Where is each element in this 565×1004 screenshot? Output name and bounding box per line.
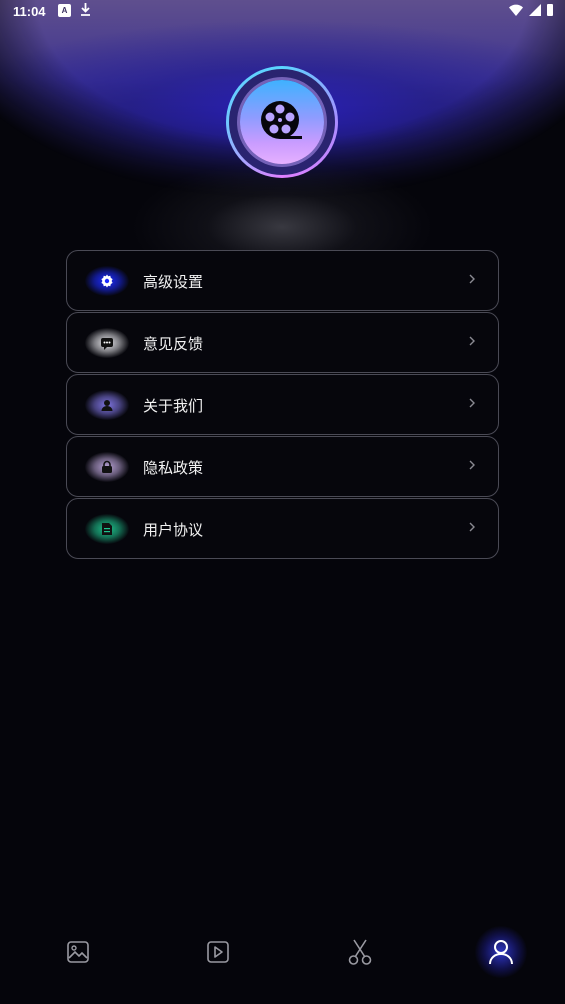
menu-item-feedback[interactable]: 意见反馈 xyxy=(66,312,499,373)
profile-icon xyxy=(489,940,513,965)
download-icon xyxy=(80,3,91,19)
video-play-icon xyxy=(207,941,229,963)
person-icon xyxy=(101,400,113,411)
nav-tab-images[interactable] xyxy=(48,920,108,984)
menu-label: 关于我们 xyxy=(143,397,204,415)
chevron-right-icon xyxy=(469,522,475,532)
profile-screen: 11:04 A 高级设置 意见反馈 关于我们 隐私政策 用户协议 xyxy=(0,0,565,1004)
gear-icon xyxy=(101,274,113,288)
status-right-group xyxy=(509,4,553,16)
film-reel-icon xyxy=(261,101,302,139)
image-icon xyxy=(67,941,89,963)
battery-icon xyxy=(547,4,553,16)
lock-icon xyxy=(102,460,112,473)
menu-item-advanced-settings[interactable]: 高级设置 xyxy=(66,250,499,311)
a-notification-icon: A xyxy=(58,4,71,17)
menu-item-about-us[interactable]: 关于我们 xyxy=(66,374,499,435)
bottom-navigation xyxy=(0,920,565,984)
chevron-right-icon xyxy=(469,460,475,470)
status-time: 11:04 xyxy=(13,4,46,19)
nav-tab-profile[interactable] xyxy=(471,920,531,984)
nav-tab-video[interactable] xyxy=(188,920,248,984)
document-icon xyxy=(102,523,112,535)
menu-label: 意见反馈 xyxy=(143,335,204,353)
chevron-right-icon xyxy=(469,336,475,346)
wifi-icon xyxy=(509,4,523,16)
settings-menu: 高级设置 意见反馈 关于我们 隐私政策 用户协议 xyxy=(66,250,499,560)
chat-bubble-icon xyxy=(101,337,113,350)
chevron-right-icon xyxy=(469,398,475,408)
menu-label: 用户协议 xyxy=(143,521,204,539)
menu-item-user-agreement[interactable]: 用户协议 xyxy=(66,498,499,559)
menu-item-privacy-policy[interactable]: 隐私政策 xyxy=(66,436,499,497)
nav-tab-edit[interactable] xyxy=(330,920,390,984)
scissors-icon xyxy=(348,939,372,965)
status-bar: 11:04 A xyxy=(0,0,565,24)
chevron-right-icon xyxy=(469,274,475,284)
menu-label: 隐私政策 xyxy=(143,459,204,477)
menu-label: 高级设置 xyxy=(143,273,204,291)
signal-icon xyxy=(529,4,541,16)
app-logo xyxy=(226,66,338,178)
